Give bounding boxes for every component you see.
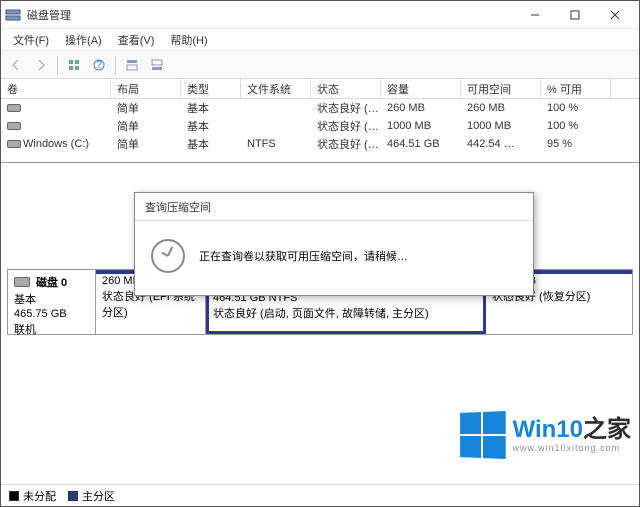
shrink-query-dialog: 查询压缩空间 正在查询卷以获取可用压缩空间，请稍候… (134, 192, 534, 296)
col-filesystem[interactable]: 文件系统 (241, 79, 311, 98)
view-top-button[interactable] (121, 54, 143, 76)
disk-label: 磁盘 0 (36, 274, 67, 290)
refresh-button[interactable] (63, 54, 85, 76)
window-title: 磁盘管理 (27, 7, 515, 23)
help-button[interactable]: ? (88, 54, 110, 76)
close-button[interactable] (595, 2, 635, 28)
volume-list-header: 卷 布局 类型 文件系统 状态 容量 可用空间 % 可用 (1, 79, 639, 99)
col-volume[interactable]: 卷 (1, 79, 111, 98)
svg-text:?: ? (96, 59, 102, 71)
dialog-message: 正在查询卷以获取可用压缩空间，请稍候… (199, 248, 408, 264)
disk-type: 基本 (14, 291, 89, 307)
volume-icon (7, 122, 21, 130)
disk-size: 465.75 GB (14, 308, 89, 320)
minimize-button[interactable] (515, 2, 555, 28)
windows-logo-icon (460, 411, 506, 459)
col-capacity[interactable]: 容量 (381, 79, 461, 98)
maximize-button[interactable] (555, 2, 595, 28)
watermark: Win10之家 www.win10xitong.com (459, 412, 631, 458)
volume-icon (7, 104, 21, 112)
back-button[interactable] (5, 54, 27, 76)
view-bottom-button[interactable] (146, 54, 168, 76)
menu-view[interactable]: 查看(V) (110, 30, 163, 50)
disk-status: 联机 (14, 321, 89, 337)
volume-icon (7, 140, 21, 148)
volume-row[interactable]: 简单 基本 状态良好 (… 1000 MB 1000 MB 100 % (1, 117, 639, 135)
col-type[interactable]: 类型 (181, 79, 241, 98)
menu-file[interactable]: 文件(F) (5, 30, 57, 50)
col-layout[interactable]: 布局 (111, 79, 181, 98)
col-free[interactable]: 可用空间 (461, 79, 541, 98)
clock-icon (151, 239, 185, 273)
col-pct[interactable]: % 可用 (541, 79, 611, 98)
col-status[interactable]: 状态 (311, 79, 381, 98)
legend-unallocated: 未分配 (9, 488, 56, 504)
app-icon (5, 7, 21, 23)
menu-action[interactable]: 操作(A) (57, 30, 110, 50)
legend-primary: 主分区 (68, 488, 115, 504)
forward-button[interactable] (30, 54, 52, 76)
volume-row[interactable]: 简单 基本 状态良好 (… 260 MB 260 MB 100 % (1, 99, 639, 117)
disk-icon (14, 277, 30, 287)
volume-row[interactable]: Windows (C:) 简单 基本 NTFS 状态良好 (… 464.51 G… (1, 135, 639, 153)
menu-help[interactable]: 帮助(H) (162, 30, 215, 50)
dialog-title: 查询压缩空间 (135, 193, 533, 221)
